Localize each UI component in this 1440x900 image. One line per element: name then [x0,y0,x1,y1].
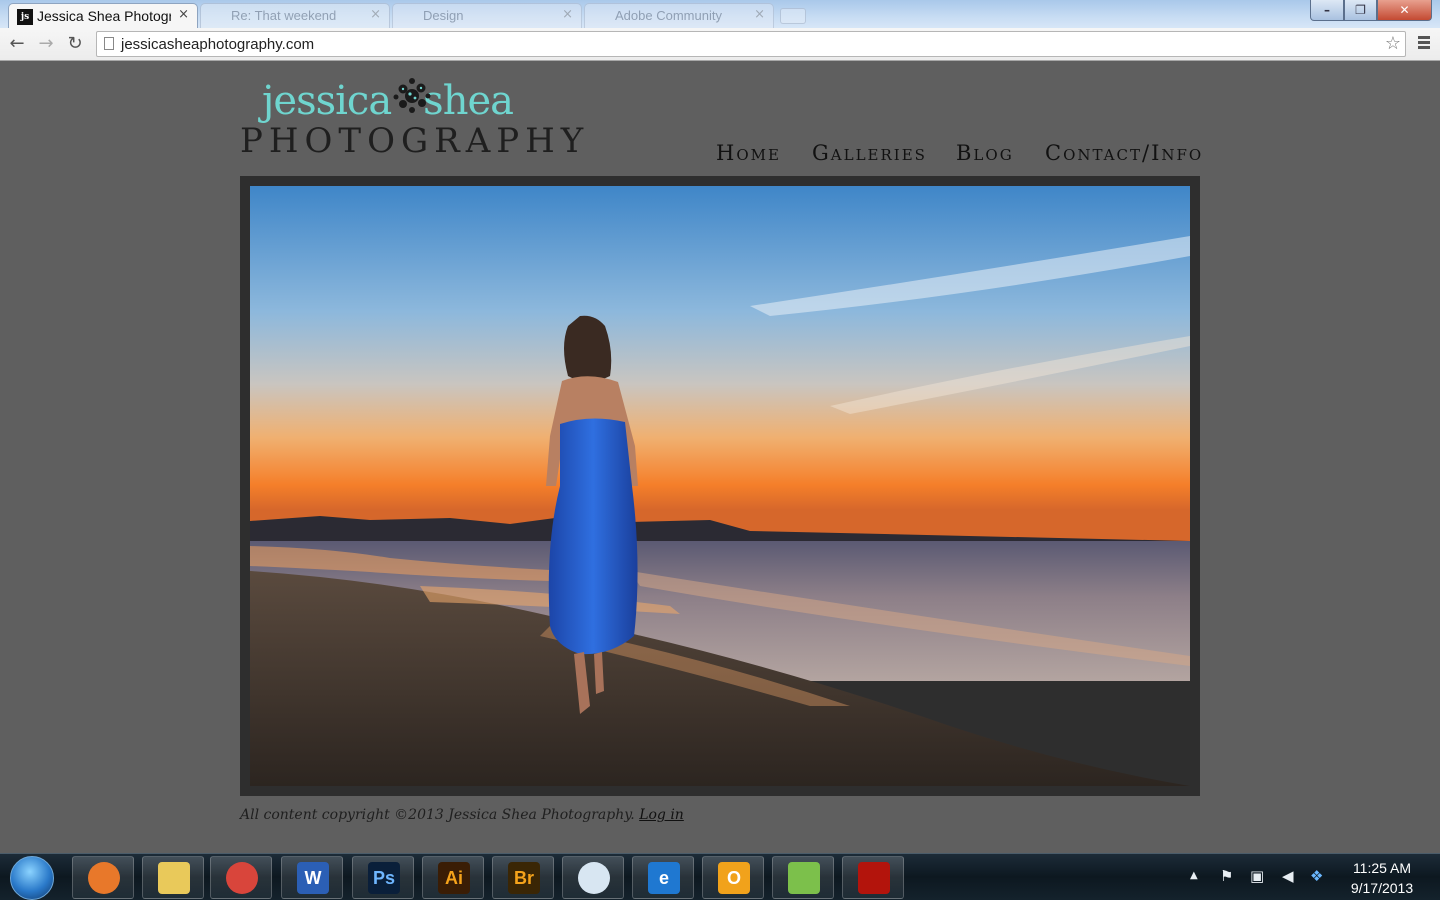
tab-title: Jessica Shea Photogr [37,8,171,24]
clock-date: 9/17/2013 [1350,880,1414,896]
taskbar-internet-explorer-button[interactable]: e [632,856,694,899]
tab-close-icon[interactable]: × [562,7,573,23]
start-button[interactable] [10,856,54,900]
nav-contact-info[interactable]: Contact/Info [1045,140,1203,166]
hero-photo-beach-sunset [250,186,1190,786]
tab-background-3[interactable]: Adobe Community × [584,3,774,28]
photoshop-icon: Ps [368,862,400,894]
taskbar-word-button[interactable]: W [281,856,343,899]
outlook-icon: O [718,862,750,894]
taskbar-acrobat-button[interactable] [842,856,904,899]
explorer-icon [158,862,190,894]
system-clock[interactable]: 11:25 AM 9/17/2013 [1342,858,1422,898]
minimize-button[interactable]: – [1310,0,1344,21]
url-text[interactable]: jessicasheaphotography.com [121,35,314,54]
login-link[interactable]: Log in [639,807,684,823]
forward-button[interactable]: → [34,32,58,56]
browser-toolbar: ← → ↻ jessicasheaphotography.com ☆ [0,28,1440,61]
tab-title: Design [423,8,464,23]
illustrator-icon: Ai [438,862,470,894]
logo-first-name: jessica [262,78,392,124]
tab-close-icon[interactable]: × [178,7,189,23]
taskbar-photoshop-button[interactable]: Ps [352,856,414,899]
action-center-flag-icon[interactable]: ⚑ [1220,867,1233,885]
acrobat-icon [858,862,890,894]
evernote-icon [788,862,820,894]
nav-home[interactable]: Home [716,140,781,166]
footer: All content copyright ©2013 Jessica Shea… [240,806,684,824]
taskbar-evernote-button[interactable] [772,856,834,899]
safari-icon [578,862,610,894]
nav-galleries[interactable]: Galleries [812,140,927,166]
firefox-icon [88,862,120,894]
back-button[interactable]: ← [5,32,29,56]
title-bar: js Jessica Shea Photogr × Re: That weeke… [0,0,1440,28]
network-icon[interactable]: ▣ [1250,867,1264,885]
tab-close-icon[interactable]: × [370,7,381,23]
internet-explorer-icon: e [648,862,680,894]
tab-background-2[interactable]: Design × [392,3,582,28]
page-icon [104,37,114,50]
taskbar-firefox-button[interactable] [72,856,134,899]
hero-photo-frame [240,176,1200,796]
tab-close-icon[interactable]: × [754,7,765,23]
reload-button[interactable]: ↻ [63,32,87,56]
word-icon: W [297,862,329,894]
logo-script[interactable]: jessica shea [262,77,514,125]
tab-jessica-shea[interactable]: js Jessica Shea Photogr × [8,3,198,28]
taskbar-chrome-button[interactable] [210,856,272,899]
address-bar[interactable]: jessicasheaphotography.com ☆ [96,31,1406,57]
taskbar-illustrator-button[interactable]: Ai [422,856,484,899]
bookmark-star-icon[interactable]: ☆ [1385,33,1401,55]
tray-expand-icon[interactable]: ▲ [1190,867,1198,885]
nav-blog[interactable]: Blog [956,140,1014,166]
clock-time: 11:25 AM [1352,860,1412,876]
logo-photography-wordmark[interactable]: PHOTOGRAPHY [240,121,589,161]
windows-taskbar: W Ps Ai Br e O ▲ ⚑ ▣ ◀ ❖ 11:25 AM 9/17/2013 [0,853,1440,900]
maximize-button[interactable]: ❐ [1344,0,1377,21]
copyright-text: All content copyright ©2013 Jessica Shea… [240,807,635,823]
page-viewport: jessica shea PHOTOGRAPHY Home Galleries B… [0,62,1440,853]
tab-title: Re: That weekend [231,8,337,23]
taskbar-safari-button[interactable] [562,856,624,899]
new-tab-button[interactable] [780,8,806,24]
menu-icon[interactable] [1414,34,1434,54]
site-favicon-icon: js [17,9,33,25]
taskbar-explorer-button[interactable] [142,856,204,899]
tab-background-1[interactable]: Re: That weekend × [200,3,390,28]
bridge-icon: Br [508,862,540,894]
flower-flourish-icon [393,78,431,113]
volume-icon[interactable]: ◀ [1282,867,1294,885]
tab-title: Adobe Community [615,8,722,23]
close-window-button[interactable]: ✕ [1377,0,1432,21]
logo-last-name: shea [423,78,514,124]
dropbox-icon[interactable]: ❖ [1310,867,1323,885]
taskbar-bridge-button[interactable]: Br [492,856,554,899]
chrome-icon [226,862,258,894]
taskbar-outlook-button[interactable]: O [702,856,764,899]
